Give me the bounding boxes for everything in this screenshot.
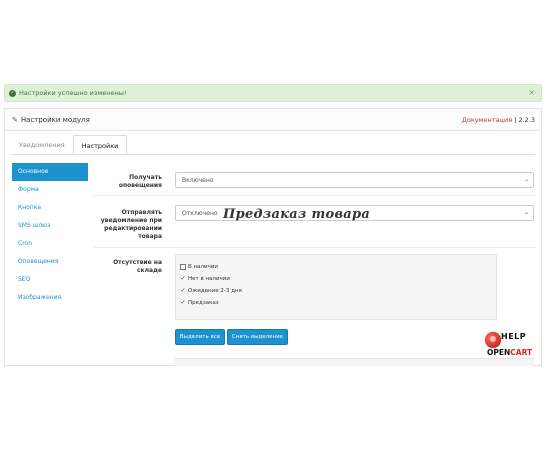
stock-option-label: Предзаказ [188, 300, 219, 306]
deselect-all-button[interactable]: Снять выделение [227, 329, 288, 345]
sidebar-item-seo[interactable]: SEO [12, 271, 88, 289]
checkbox[interactable] [180, 264, 186, 270]
sidebar-item-form[interactable]: Форма [12, 181, 88, 199]
sidebar-item-images[interactable]: Изображения [12, 289, 88, 307]
stock-option[interactable]: ✓ Предзаказ [180, 300, 219, 307]
helpopencart-logo: HELP OPENCART [485, 330, 545, 364]
pencil-icon: ✎ [12, 115, 18, 124]
chevron-down-icon: ⌄ [523, 176, 529, 183]
stock-option[interactable]: ✓ Нет в наличии [180, 276, 230, 283]
check-circle-icon: ✓ [9, 89, 16, 97]
version-number: 2.2.3 [518, 116, 535, 124]
panel-heading: ✎ Настройки модуля Документация | 2.2.3 [5, 109, 541, 131]
documentation-link[interactable]: Документация [462, 116, 512, 124]
logo-text-open: OPEN [487, 348, 511, 357]
tab-divider [11, 154, 535, 155]
checkmark-icon[interactable]: ✓ [180, 288, 186, 294]
logo-ball-icon [485, 332, 501, 348]
logo-text-cart: CART [510, 348, 533, 357]
sidebar-item-alerts[interactable]: Оповещения [12, 253, 88, 271]
tab-bar: Уведомления Настройки [11, 135, 128, 155]
sidebar-nav: Основное Форма Кнопка SMS шлюз Cron Опов… [12, 163, 88, 307]
close-icon[interactable]: × [528, 88, 535, 97]
field-divider [94, 195, 536, 196]
stock-option-label: Ожидание 2-3 дня [188, 288, 242, 294]
doc-info: Документация | 2.2.3 [462, 116, 535, 124]
tab-settings[interactable]: Настройки [72, 135, 128, 155]
stock-option[interactable]: В наличии [180, 264, 218, 270]
stock-option[interactable]: ✓ Ожидание 2-3 дня [180, 288, 242, 295]
stock-option-label: Нет в наличии [188, 276, 230, 282]
sidebar-item-sms-gateway[interactable]: SMS шлюз [12, 217, 88, 235]
success-alert: ✓ Настройки успешно изменены! × [4, 84, 542, 102]
sidebar-item-button[interactable]: Кнопка [12, 199, 88, 217]
field-divider [94, 247, 536, 248]
sidebar-item-main[interactable]: Основное [12, 163, 88, 181]
send-on-edit-label: Отправлять уведомление при редактировани… [100, 209, 162, 240]
notify-select-value: Включено [182, 177, 214, 184]
stock-status-checklist: В наличии ✓ Нет в наличии ✓ Ожидание 2-3… [175, 254, 497, 320]
send-on-edit-select-value: Отключено [182, 210, 218, 217]
logo-text-top: HELP [501, 332, 527, 341]
stock-status-label: Отсутствие на складе [113, 259, 162, 274]
page: ✓ Настройки успешно изменены! × ✎ Настро… [0, 0, 550, 450]
chevron-down-icon: ⌄ [523, 209, 529, 216]
panel-title: Настройки модуля [20, 115, 90, 124]
alert-message: Настройки успешно изменены! [19, 89, 127, 97]
logo-text-bottom: OPENCART [487, 348, 532, 357]
notify-label: Получать оповещения [118, 174, 162, 189]
stock-option-label: В наличии [188, 264, 218, 270]
next-field-partial [175, 358, 534, 366]
checkmark-icon[interactable]: ✓ [180, 276, 186, 282]
select-all-button[interactable]: Выделить все [175, 329, 225, 345]
tab-notifications[interactable]: Уведомления [11, 135, 73, 155]
sidebar-item-cron[interactable]: Cron [12, 235, 88, 253]
checkmark-icon[interactable]: ✓ [180, 300, 186, 306]
notify-select[interactable]: Включено ⌄ [175, 172, 534, 188]
watermark-title: Предзаказ товара [223, 207, 371, 222]
